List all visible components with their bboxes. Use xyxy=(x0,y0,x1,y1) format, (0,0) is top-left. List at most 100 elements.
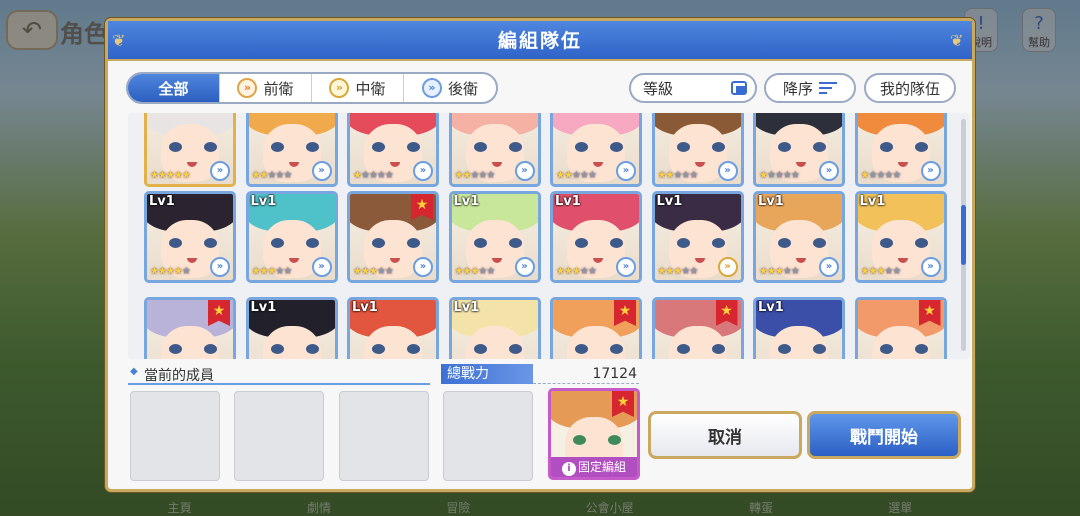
unit-card[interactable]: Lv1 ★★★★★» xyxy=(144,191,236,283)
star-icon: ★ xyxy=(368,266,378,277)
star-icon: ★ xyxy=(759,170,768,181)
member-slot-2[interactable] xyxy=(234,391,324,481)
unit-card[interactable]: Lv1 xyxy=(448,297,541,359)
star-icon: ★ xyxy=(579,266,589,277)
star-icon: ★ xyxy=(563,170,573,181)
unit-eyes xyxy=(372,344,420,354)
unit-eyes xyxy=(575,238,623,248)
unit-card[interactable]: Lv1 ★★★★★ » xyxy=(448,191,541,283)
member-slot-4[interactable] xyxy=(443,391,533,481)
unit-card[interactable]: ★★★★★» xyxy=(144,113,236,187)
unit-card[interactable]: Lv1 xyxy=(347,297,439,359)
unit-card[interactable]: ★★★★★» xyxy=(347,113,439,187)
star-icon: ★ xyxy=(766,170,776,181)
unit-level: Lv1 xyxy=(453,194,480,209)
tab-middle[interactable]: » 中衛 xyxy=(312,74,404,102)
unit-card[interactable]: ★ ★★★★★ » xyxy=(347,191,439,283)
tab-all[interactable]: 全部 xyxy=(128,74,220,102)
star-icon: ★ xyxy=(173,266,183,277)
unit-level: Lv1 xyxy=(656,194,683,209)
unit-card[interactable]: Lv1 ★★★★★» xyxy=(854,191,947,283)
unit-card[interactable]: Lv1 xyxy=(753,297,845,359)
unit-star-rating: ★★★★★ xyxy=(252,266,293,277)
star-icon: ★ xyxy=(368,170,378,181)
star-icon: ★ xyxy=(150,170,159,181)
current-members-label: 當前的成員 xyxy=(128,365,430,385)
fixed-member-unit[interactable]: ★ i 固定編組 xyxy=(548,388,640,480)
back-role-icon: » xyxy=(311,161,332,181)
star-icon: ★ xyxy=(689,266,698,277)
back-role-icon: » xyxy=(514,257,535,277)
grid-scrollbar[interactable] xyxy=(961,119,966,351)
back-role-icon: » xyxy=(920,161,941,181)
star-icon: ★ xyxy=(571,266,581,277)
unit-card[interactable]: ★★★★★» xyxy=(753,113,845,187)
unit-card[interactable]: Lv1 ★★★★★ » xyxy=(651,191,744,283)
unit-eyes xyxy=(473,142,522,152)
star-icon: ★ xyxy=(774,266,784,277)
unit-card[interactable]: Lv1 ★★★★★» xyxy=(245,191,338,283)
tab-front[interactable]: » 前衛 xyxy=(220,74,312,102)
scrollbar-thumb[interactable] xyxy=(961,205,966,265)
unit-card[interactable]: ★ xyxy=(854,297,947,359)
back-role-icon: » xyxy=(819,161,839,181)
unit-card[interactable]: ★ xyxy=(144,297,236,359)
member-slot-1[interactable] xyxy=(130,391,220,481)
my-team-button[interactable]: 我的隊伍 xyxy=(864,73,956,103)
unit-card[interactable]: ★ xyxy=(550,297,642,359)
unit-eyes xyxy=(778,238,826,248)
corner-ornament-right-icon: ❦ xyxy=(950,31,964,50)
unit-star-rating: ★★★★★ xyxy=(658,266,699,277)
unit-level: Lv1 xyxy=(758,300,784,315)
unit-card[interactable]: ★★★★★» xyxy=(448,113,541,187)
middle-role-icon: » xyxy=(717,257,738,277)
back-role-icon: » xyxy=(413,257,433,277)
unit-card[interactable]: Lv1 ★★★★★» xyxy=(550,191,642,283)
back-role-icon: » xyxy=(413,161,433,181)
star-icon: ★ xyxy=(181,170,191,181)
unit-eyes xyxy=(575,344,623,354)
unit-grid[interactable]: ★ Lv1 ★ ★ Lv1 Lv1 Lv1 ★ Lv1 ★★★★★» Lv1 ★★★★★» Lv1 ★★★… xyxy=(128,113,970,359)
unit-star-rating: ★★★★★ xyxy=(353,170,394,181)
unit-card[interactable]: ★★★★★» xyxy=(550,113,642,187)
start-battle-button[interactable]: 戰鬥開始 xyxy=(807,411,961,459)
star-icon: ★ xyxy=(486,170,495,181)
fixed-team-tag: i 固定編組 xyxy=(551,457,637,477)
star-icon: ★ xyxy=(892,170,901,181)
star-icon: ★ xyxy=(782,170,792,181)
unit-card[interactable]: ★ xyxy=(651,297,744,359)
unit-eyes xyxy=(473,344,522,354)
tab-back[interactable]: » 後衛 xyxy=(404,74,496,102)
unit-star-rating: ★★★★★ xyxy=(455,170,496,181)
star-icon: ★ xyxy=(774,170,784,181)
my-team-label: 我的隊伍 xyxy=(879,79,940,98)
unit-card[interactable]: ★★★★★» xyxy=(245,113,338,187)
star-icon: ★ xyxy=(782,266,792,277)
sort-order-button[interactable]: 降序 xyxy=(764,73,856,103)
sort-by-level-button[interactable]: 等級 xyxy=(629,73,757,103)
unit-eyes xyxy=(473,238,522,248)
unit-level: Lv1 xyxy=(250,194,277,209)
star-icon: ★ xyxy=(353,170,362,181)
unit-level: Lv1 xyxy=(453,300,480,315)
unit-eyes xyxy=(270,344,319,354)
star-icon: ★ xyxy=(790,266,800,277)
star-icon: ★ xyxy=(165,170,175,181)
unit-level: Lv1 xyxy=(555,194,581,209)
unit-card[interactable]: ★★★★★» xyxy=(854,113,947,187)
star-icon: ★ xyxy=(790,170,800,181)
unit-card[interactable]: Lv1 xyxy=(245,297,338,359)
star-icon: ★ xyxy=(486,266,495,277)
unit-eyes xyxy=(676,344,725,354)
back-role-icon: » xyxy=(616,161,636,181)
cancel-button[interactable]: 取消 xyxy=(648,411,802,459)
total-power-value: 17124 xyxy=(533,364,639,384)
unit-card[interactable]: Lv1 ★★★★★» xyxy=(753,191,845,283)
star-icon: ★ xyxy=(766,266,776,277)
unit-star-rating: ★★★★★ xyxy=(455,266,496,277)
unit-star-rating: ★★★★★ xyxy=(556,266,597,277)
unit-card[interactable]: ★★★★★» xyxy=(651,113,744,187)
star-icon: ★ xyxy=(892,266,901,277)
unit-eyes xyxy=(676,142,725,152)
member-slot-3[interactable] xyxy=(339,391,429,481)
